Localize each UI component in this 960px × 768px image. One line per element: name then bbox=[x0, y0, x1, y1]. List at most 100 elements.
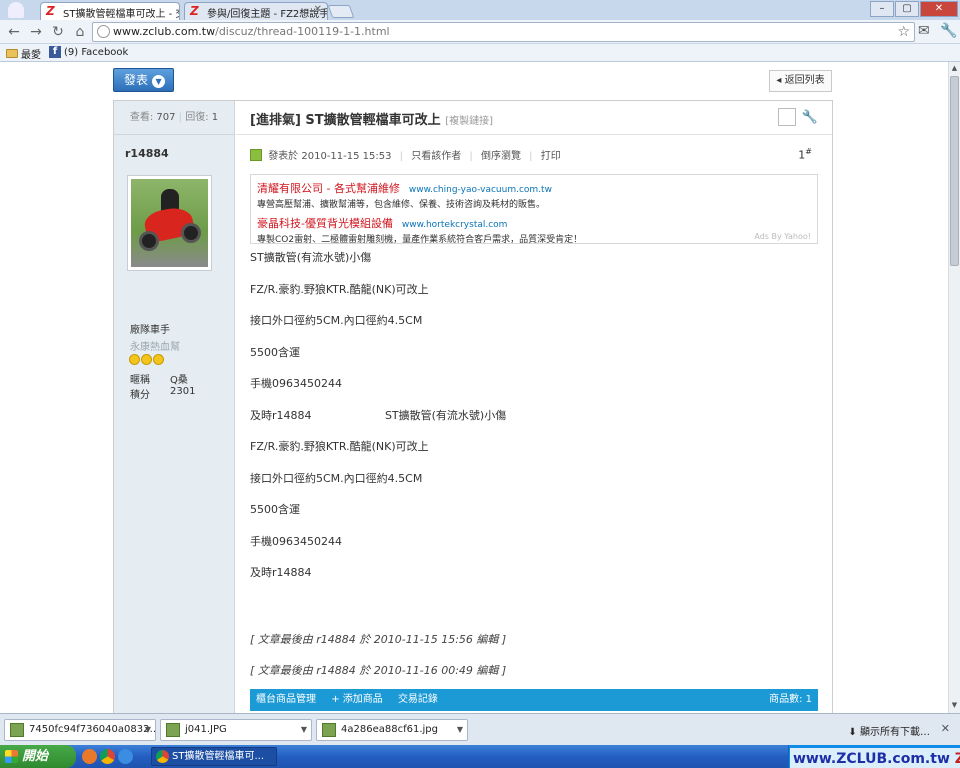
start-label: 開始 bbox=[22, 749, 49, 764]
scrollbar-thumb[interactable] bbox=[950, 76, 959, 266]
new-tab-button[interactable] bbox=[327, 5, 355, 18]
chevron-down-icon[interactable]: ▼ bbox=[145, 720, 151, 740]
profile-value: 2301 bbox=[170, 386, 196, 397]
edit-wrench-icon[interactable]: 🔧 bbox=[802, 110, 818, 125]
profile-value: Q桑 bbox=[170, 375, 188, 386]
close-download-bar-icon[interactable]: ✕ bbox=[941, 722, 950, 735]
reload-icon[interactable]: ↻ bbox=[50, 24, 66, 40]
print-link[interactable]: 打印 bbox=[541, 151, 561, 162]
chrome-icon[interactable] bbox=[100, 749, 115, 764]
mail-icon[interactable]: ✉ bbox=[918, 23, 930, 39]
user-rank: 廠隊車手 bbox=[130, 325, 170, 336]
rank-stars bbox=[129, 354, 164, 365]
body-line: 手機0963450244 bbox=[250, 534, 342, 548]
body-line: 及時r14884 bbox=[250, 566, 312, 579]
url-path: /discuz/thread-100119-1-1.html bbox=[215, 25, 390, 38]
browser-toolbar: ← → ↻ ⌂ www.zclub.com.tw/discuz/thread-1… bbox=[0, 20, 960, 44]
scroll-up-icon[interactable]: ▲ bbox=[950, 64, 959, 74]
taskbar-chrome-window[interactable]: ST擴散管輕檔車可... bbox=[151, 747, 277, 766]
post-date: 發表於 2010-11-15 15:53 bbox=[268, 151, 392, 162]
author-name[interactable]: r14884 bbox=[125, 147, 169, 160]
download-item[interactable]: j041.JPG ▼ bbox=[160, 719, 312, 741]
ads-by-yahoo[interactable]: Ads By Yahoo! bbox=[754, 232, 811, 241]
ad-url[interactable]: www.ching-yao-vacuum.com.tw bbox=[409, 185, 552, 195]
title-checkbox[interactable] bbox=[777, 108, 796, 126]
tab-active[interactable]: Z ST擴散管輕檔車可改上 - 交 bbox=[40, 2, 180, 20]
tab-second[interactable]: Z 參與/回復主題 - FZ2想說手 ✕ bbox=[184, 2, 328, 20]
download-bar: 7450fc94f736040a0832….jpg ▼ j041.JPG ▼ 4… bbox=[0, 713, 960, 745]
meta-divider: | bbox=[469, 151, 473, 162]
avatar[interactable] bbox=[127, 175, 212, 271]
back-triangle-icon: ◂ bbox=[776, 75, 782, 86]
reverse-order-link[interactable]: 倒序瀏覽 bbox=[481, 151, 521, 162]
ad-title[interactable]: 豪晶科技-優質背光模組設備 bbox=[257, 217, 393, 230]
profile-label: 暱稱 bbox=[130, 375, 150, 386]
shop-add-link[interactable]: + 添加商品 bbox=[331, 694, 383, 705]
back-to-list-label: 返回列表 bbox=[784, 75, 825, 86]
title-category[interactable]: [進排氣] bbox=[250, 113, 301, 128]
image-file-icon bbox=[10, 723, 24, 737]
shop-manage-link[interactable]: 櫃台商品管理 bbox=[256, 694, 316, 705]
ad-item[interactable]: 豪晶科技-優質背光模組設備 www.hortekcrystal.com 專製CO… bbox=[257, 215, 811, 245]
title-tools: 🔧 bbox=[777, 108, 818, 126]
back-arrow-icon[interactable]: ← bbox=[6, 24, 22, 40]
author-only-link[interactable]: 只看該作者 bbox=[411, 151, 461, 162]
back-to-list-button[interactable]: ◂ 返回列表 bbox=[769, 70, 832, 92]
site-watermark: www.ZCLUB.com.tw Z族 bbox=[790, 748, 960, 768]
folder-icon bbox=[6, 49, 18, 58]
floor-number: 1# bbox=[798, 147, 812, 162]
scroll-down-icon[interactable]: ▼ bbox=[950, 701, 959, 711]
windows-logo-icon bbox=[5, 750, 18, 763]
views-label: 查看: bbox=[129, 112, 154, 123]
maximize-button[interactable]: ▢ bbox=[895, 1, 919, 17]
page-icon bbox=[97, 25, 110, 38]
watermark-site: www.ZCLUB.com.tw bbox=[793, 751, 950, 767]
wrench-icon[interactable]: 🔧 bbox=[940, 23, 957, 39]
vertical-scrollbar[interactable]: ▲ ▼ bbox=[948, 62, 960, 713]
firefox-icon[interactable] bbox=[82, 749, 97, 764]
tab-strip: Z ST擴散管輕檔車可改上 - 交 Z 參與/回復主題 - FZ2想說手 ✕ –… bbox=[0, 0, 960, 20]
ie-icon[interactable] bbox=[118, 749, 133, 764]
chevron-down-icon: ▼ bbox=[152, 75, 166, 88]
post-meta: 發表於 2010-11-15 15:53 | 只看該作者 | 倒序瀏覽 | 打印… bbox=[250, 147, 818, 162]
ad-title[interactable]: 清耀有限公司 - 各式幫浦維修 bbox=[257, 182, 400, 195]
home-icon[interactable]: ⌂ bbox=[72, 24, 88, 40]
address-bar[interactable]: www.zclub.com.tw/discuz/thread-100119-1-… bbox=[92, 22, 915, 42]
download-item[interactable]: 4a286ea88cf61.jpg ▼ bbox=[316, 719, 468, 741]
body-line: 接口外口徑約5CM.內口徑約4.5CM bbox=[250, 471, 423, 485]
forward-arrow-icon[interactable]: → bbox=[28, 24, 44, 40]
start-button[interactable]: 開始 bbox=[0, 745, 76, 768]
ad-url[interactable]: www.hortekcrystal.com bbox=[402, 220, 508, 230]
smiley-icon bbox=[153, 354, 164, 365]
minimize-button[interactable]: – bbox=[870, 1, 894, 17]
tab-close-icon[interactable]: ✕ bbox=[314, 4, 322, 15]
replies-label: 回復: bbox=[185, 112, 209, 123]
views-count: 707 bbox=[156, 112, 176, 123]
shop-records-link[interactable]: 交易記錄 bbox=[398, 694, 438, 705]
chevron-down-icon[interactable]: ▼ bbox=[301, 720, 307, 740]
post-body: ST擴散管(有流水號)小傷 FZ/R.豪豹.野狼KTR.酷龍(NK)可改上 接口… bbox=[250, 251, 818, 598]
chevron-down-icon[interactable]: ▼ bbox=[457, 720, 463, 740]
copy-link[interactable]: [複製鏈接] bbox=[445, 116, 493, 127]
ad-item[interactable]: 清耀有限公司 - 各式幫浦維修 www.ching-yao-vacuum.com… bbox=[257, 180, 811, 210]
url-host: www.zclub.com.tw bbox=[113, 25, 216, 38]
download-filename: 7450fc94f736040a0832….jpg bbox=[29, 724, 155, 735]
new-post-button[interactable]: 發表 ▼ bbox=[113, 68, 174, 92]
profile-nickname: 暱稱 Q桑 bbox=[130, 371, 188, 386]
profile-icon[interactable] bbox=[8, 2, 24, 18]
image-file-icon bbox=[322, 723, 336, 737]
body-line: 5500含運 bbox=[250, 345, 300, 359]
close-button[interactable]: ✕ bbox=[920, 1, 958, 17]
bookmark-star-icon[interactable]: ☆ bbox=[897, 23, 910, 41]
meta-divider: | bbox=[529, 151, 533, 162]
bookmark-facebook[interactable]: f (9) Facebook bbox=[49, 46, 128, 58]
download-item[interactable]: 7450fc94f736040a0832….jpg ▼ bbox=[4, 719, 156, 741]
smiley-icon bbox=[129, 354, 140, 365]
zclub-favicon-icon: Z bbox=[190, 4, 199, 18]
thread-title: [進排氣] ST擴散管輕檔車可改上 [複製鏈接] 🔧 bbox=[236, 101, 832, 135]
meta-divider: | bbox=[399, 151, 404, 162]
smiley-icon bbox=[141, 354, 152, 365]
bookmark-favorites[interactable]: 最愛 bbox=[6, 46, 41, 61]
author-sidebar: 查看: 707 | 回復: 1 r14884 廠隊車手 永康熱血幫 暱稱 Q桑 … bbox=[114, 101, 235, 713]
show-all-downloads-link[interactable]: ⬇ 顯示所有下載… bbox=[848, 723, 930, 738]
